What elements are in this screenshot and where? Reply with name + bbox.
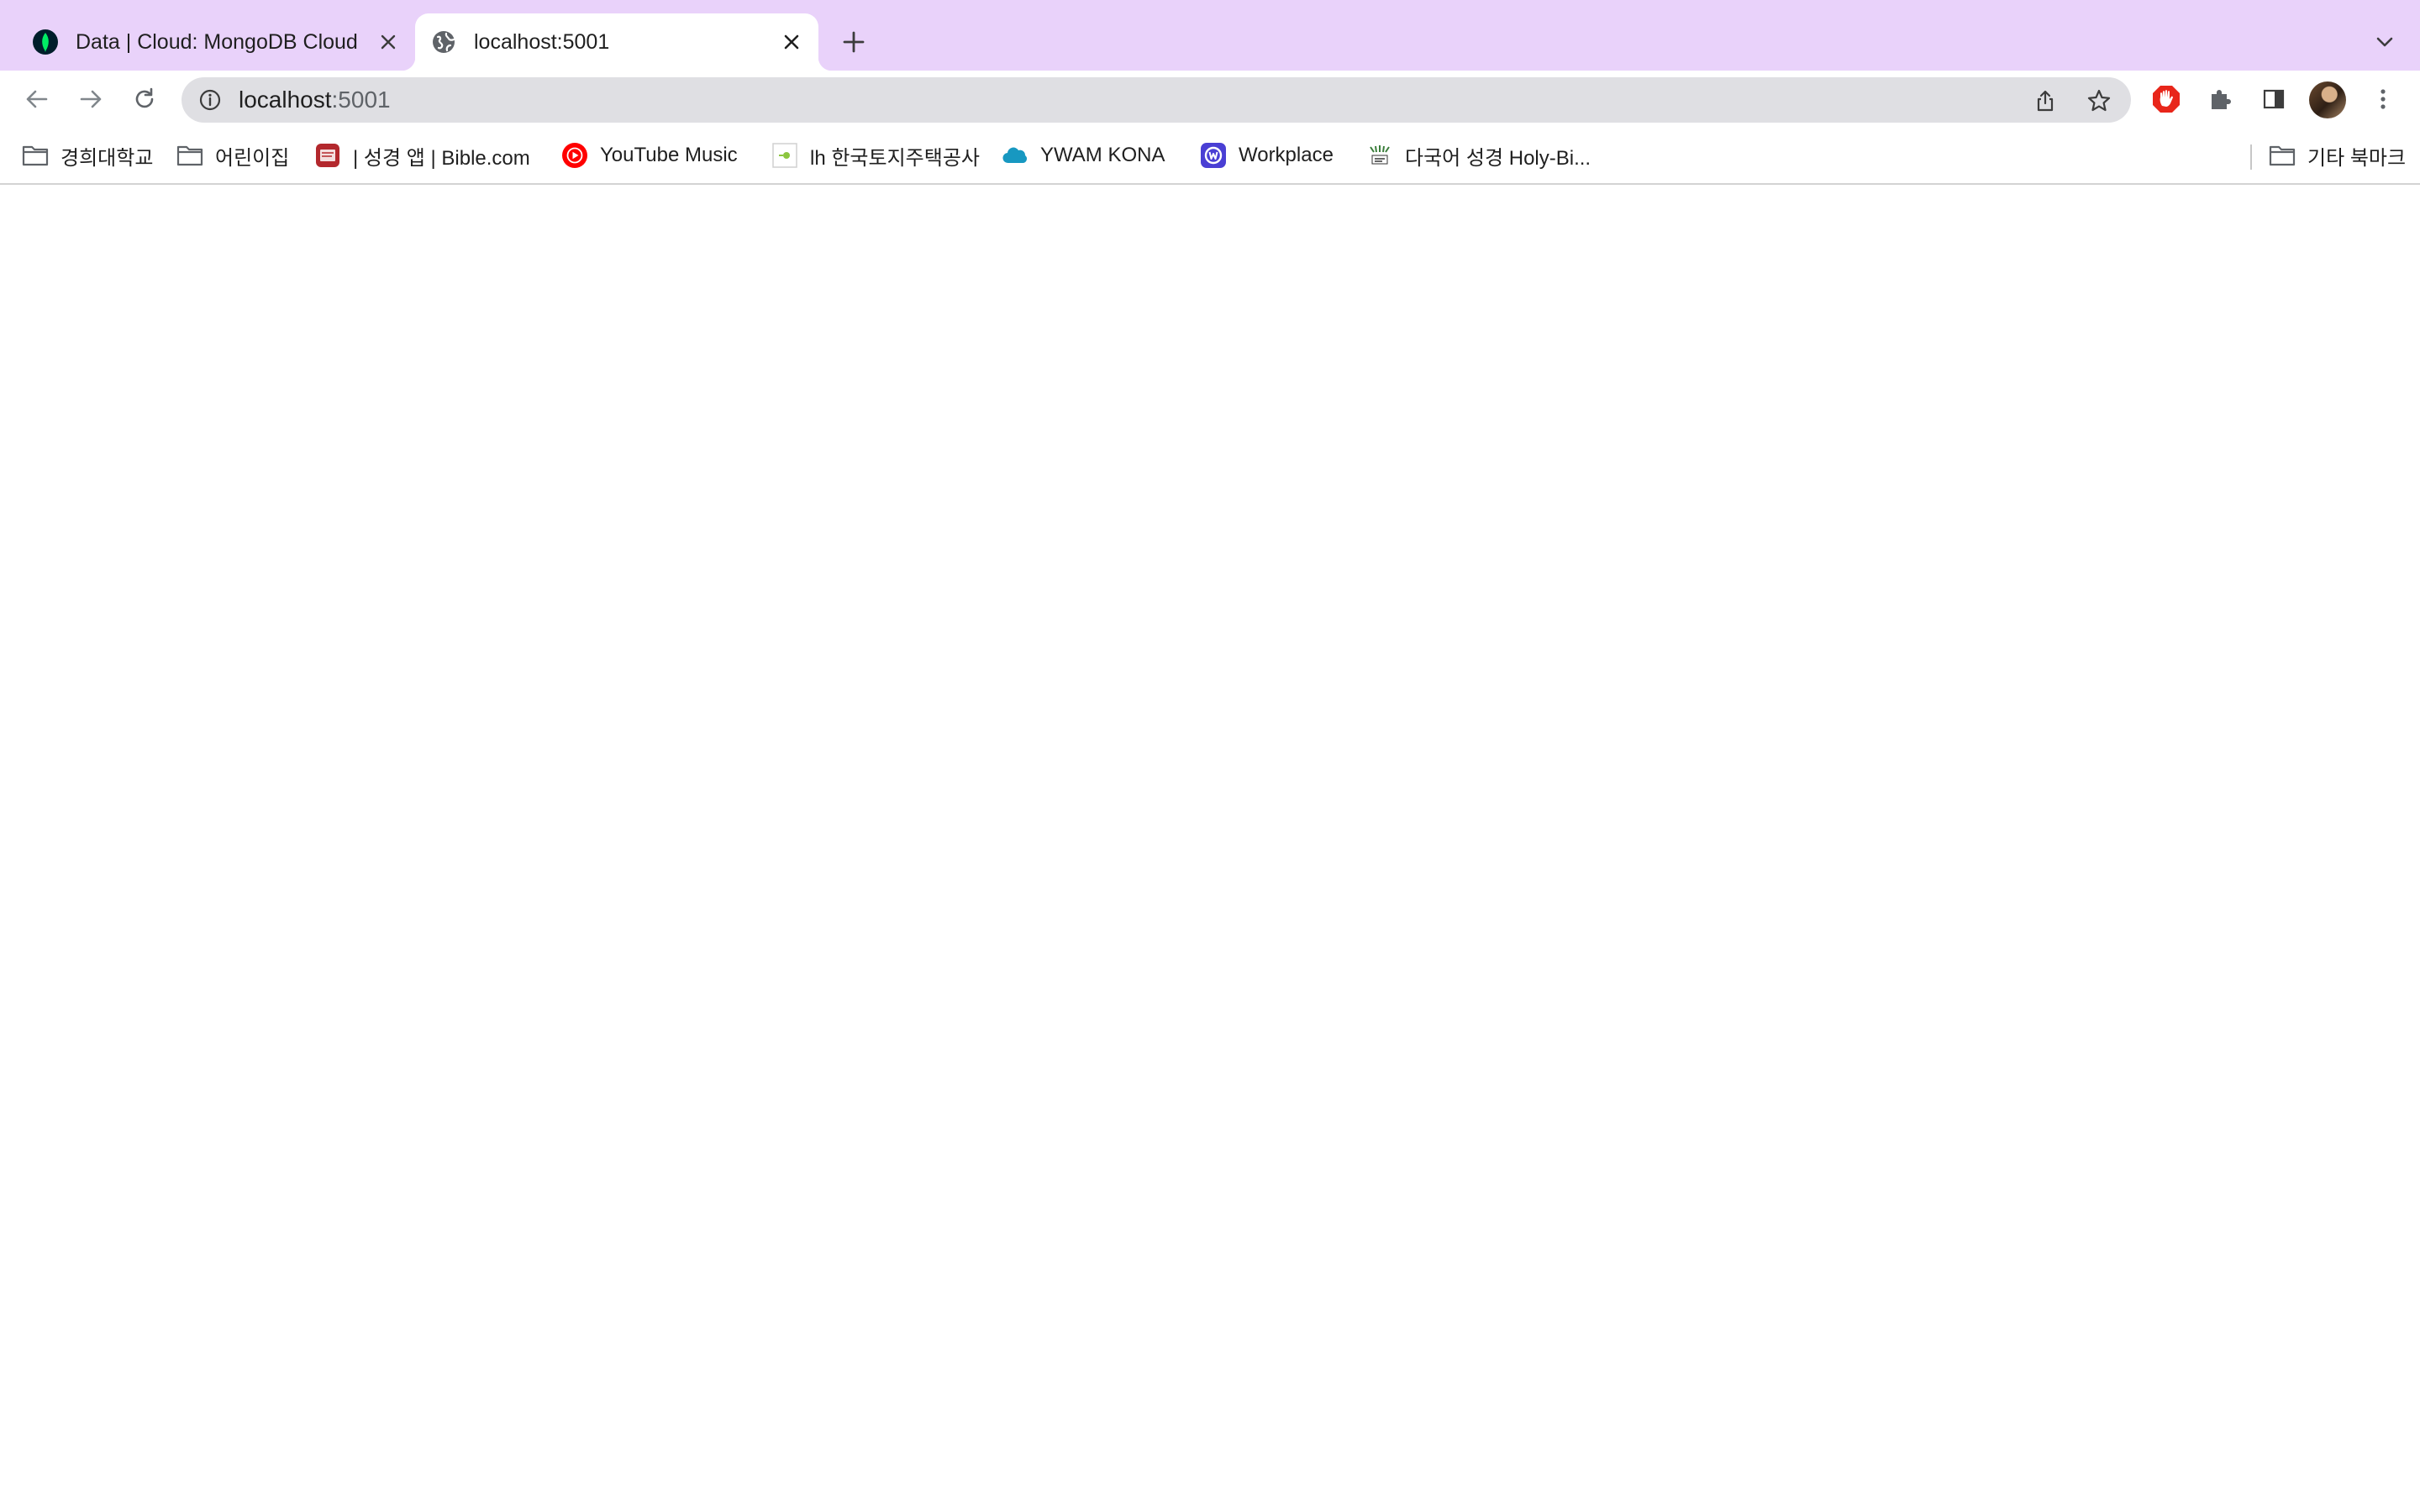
toolbar: localhost:5001: [0, 71, 2420, 128]
tab-mongodb[interactable]: Data | Cloud: MongoDB Cloud: [18, 13, 410, 71]
bookmark-label: 어린이집: [215, 146, 290, 170]
forward-button[interactable]: [72, 81, 109, 118]
url-port: :5001: [331, 87, 391, 113]
star-icon: [2087, 89, 2111, 112]
bookmark-label: 다국어 성경 Holy-Bi...: [1405, 146, 1591, 170]
bookmark-lh[interactable]: lh 한국토지주택공사: [771, 136, 980, 175]
holy-bible-icon: [1366, 142, 1393, 169]
cloud-icon: [1002, 142, 1028, 169]
youtube-music-icon: [561, 142, 588, 169]
mongodb-leaf-icon: [32, 29, 59, 55]
bookmark-label: lh 한국토지주택공사: [810, 146, 980, 170]
url-text: localhost:5001: [239, 77, 391, 123]
profile-avatar[interactable]: [2309, 81, 2346, 118]
bookmark-label: YWAM KONA: [1040, 144, 1165, 166]
close-icon[interactable]: [373, 27, 403, 57]
info-icon[interactable]: [197, 87, 224, 113]
extensions-button[interactable]: [2202, 81, 2238, 118]
url-host: localhost: [239, 87, 332, 113]
bookmark-holy-bible[interactable]: 다국어 성경 Holy-Bi...: [1366, 136, 1591, 175]
folder-icon: [2269, 142, 2296, 169]
bookmark-folder-kyunghee[interactable]: 경희대학교: [22, 136, 153, 175]
new-tab-button[interactable]: [837, 25, 871, 59]
globe-icon: [430, 29, 457, 55]
bookmark-ywam-kona[interactable]: YWAM KONA: [1002, 136, 1165, 175]
bookmark-label: YouTube Music: [600, 144, 738, 166]
tab-localhost[interactable]: localhost:5001: [402, 13, 832, 71]
tab-strip: Data | Cloud: MongoDB Cloud localhost:50…: [0, 0, 2420, 71]
tab-title: Data | Cloud: MongoDB Cloud: [76, 29, 358, 54]
close-icon[interactable]: [776, 27, 807, 57]
tab-search-button[interactable]: [2368, 25, 2402, 59]
bible-icon: [314, 142, 341, 169]
bookmark-label: Workplace: [1239, 144, 1334, 166]
bookmark-folder-other[interactable]: 기타 북마크: [2269, 136, 2406, 175]
bookmark-workplace[interactable]: Workplace: [1200, 136, 1334, 175]
bookmark-label: 경희대학교: [60, 146, 154, 170]
tab-title: localhost:5001: [474, 29, 610, 54]
bookmarks-bar: 경희대학교 어린이집 | 성경 앱 | Bible.com YouTube Mu…: [0, 128, 2420, 185]
bookmark-label: 기타 북마크: [2307, 146, 2407, 170]
folder-icon: [22, 142, 49, 169]
page-content: [0, 186, 2420, 1512]
plus-icon: [843, 31, 865, 53]
workplace-icon: [1200, 142, 1227, 169]
bookmark-label: | 성경 앱 | Bible.com: [353, 146, 530, 170]
arrow-left-icon: [26, 90, 48, 108]
folder-icon: [176, 142, 203, 169]
address-bar[interactable]: localhost:5001: [182, 77, 2131, 123]
more-vert-icon: [2381, 89, 2386, 109]
chevron-down-icon: [2376, 37, 2393, 47]
bookmark-youtube-music[interactable]: YouTube Music: [561, 136, 738, 175]
lh-icon: [771, 142, 798, 169]
bookmark-bible-com[interactable]: | 성경 앱 | Bible.com: [314, 136, 530, 175]
back-button[interactable]: [18, 81, 55, 118]
bookmark-folder-daycare[interactable]: 어린이집: [176, 136, 289, 175]
menu-button[interactable]: [2365, 81, 2402, 118]
side-panel-icon: [2263, 89, 2285, 109]
adblock-hand-icon: [2153, 86, 2180, 113]
puzzle-icon: [2212, 90, 2231, 109]
bookmark-star-button[interactable]: [2082, 84, 2116, 118]
adblock-extension-button[interactable]: [2148, 81, 2185, 118]
share-icon: [2037, 90, 2054, 112]
reload-icon: [135, 87, 154, 108]
side-panel-button[interactable]: [2255, 81, 2292, 118]
reload-button[interactable]: [126, 81, 163, 118]
bookmarks-separator: [2250, 144, 2252, 170]
arrow-right-icon: [80, 90, 102, 108]
share-button[interactable]: [2028, 84, 2062, 118]
